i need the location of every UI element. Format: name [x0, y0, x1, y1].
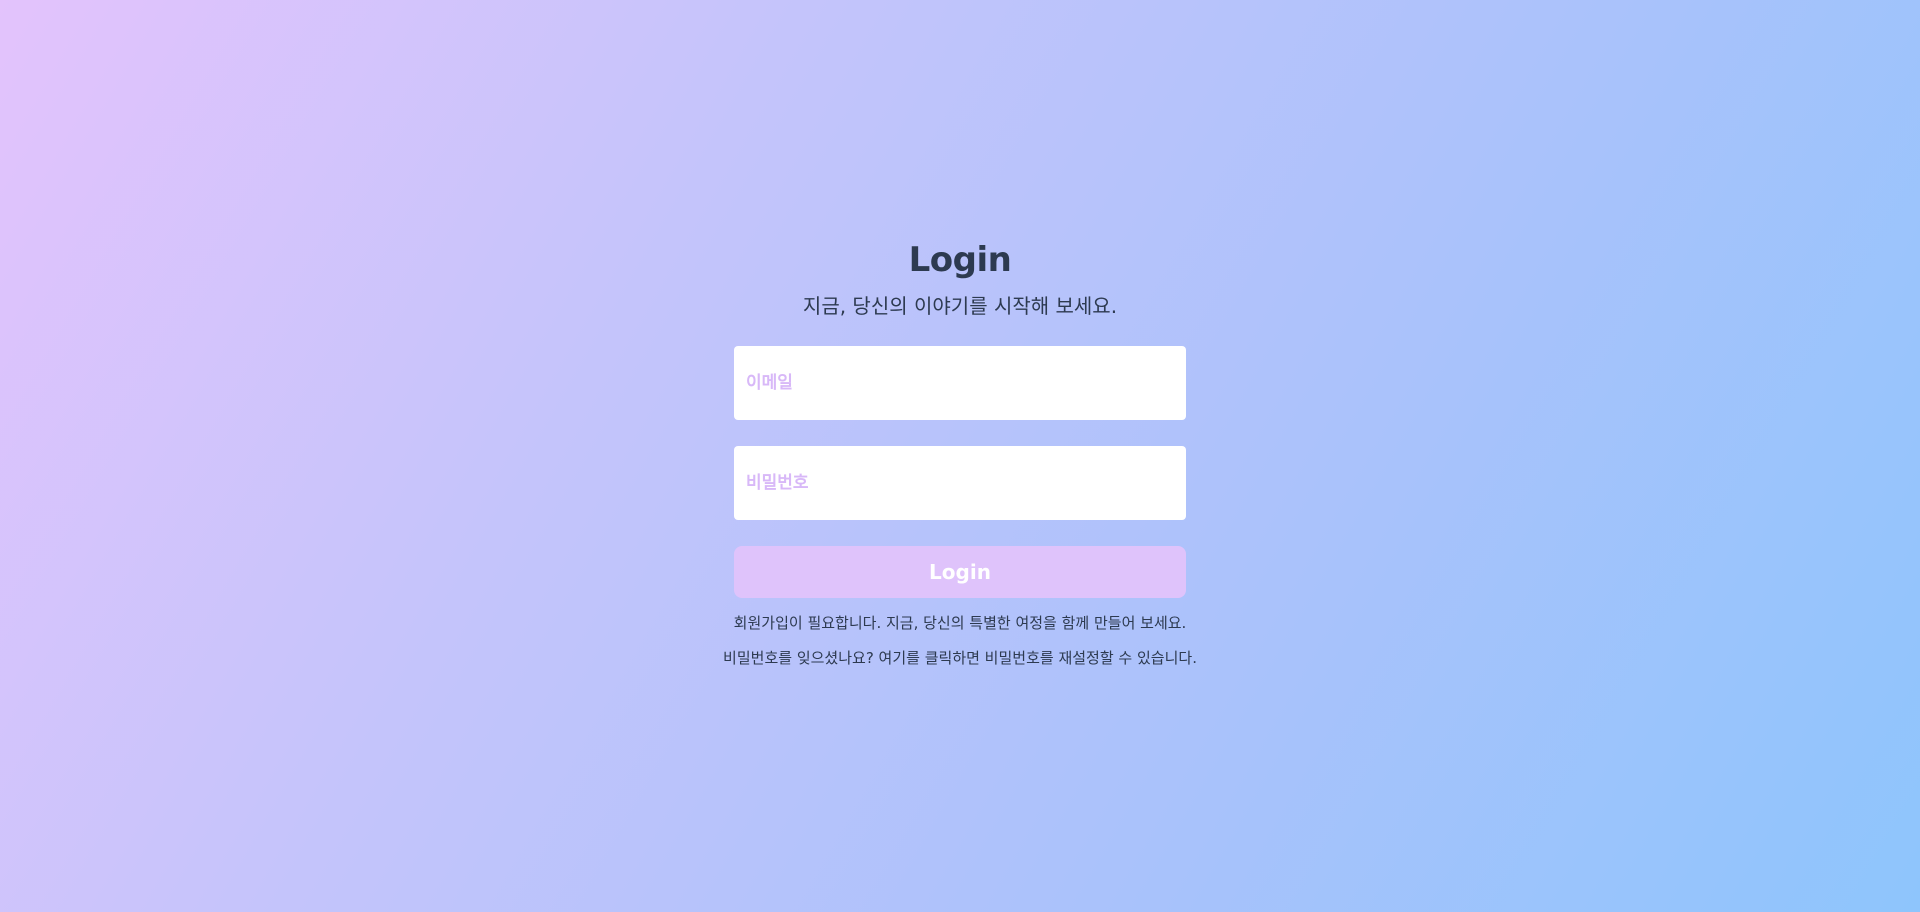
password-field[interactable] — [734, 446, 1186, 520]
email-field[interactable] — [734, 346, 1186, 420]
login-button[interactable]: Login — [734, 546, 1186, 598]
forgot-password-link[interactable]: 비밀번호를 잊으셨나요? 여기를 클릭하면 비밀번호를 재설정할 수 있습니다. — [723, 648, 1197, 668]
page-title: Login — [908, 240, 1012, 280]
signup-link[interactable]: 회원가입이 필요합니다. 지금, 당신의 특별한 여정을 함께 만들어 보세요. — [734, 613, 1187, 633]
login-form: Login 지금, 당신의 이야기를 시작해 보세요. Login 회원가입이 … — [723, 238, 1197, 668]
page-subtitle: 지금, 당신의 이야기를 시작해 보세요. — [802, 294, 1118, 318]
